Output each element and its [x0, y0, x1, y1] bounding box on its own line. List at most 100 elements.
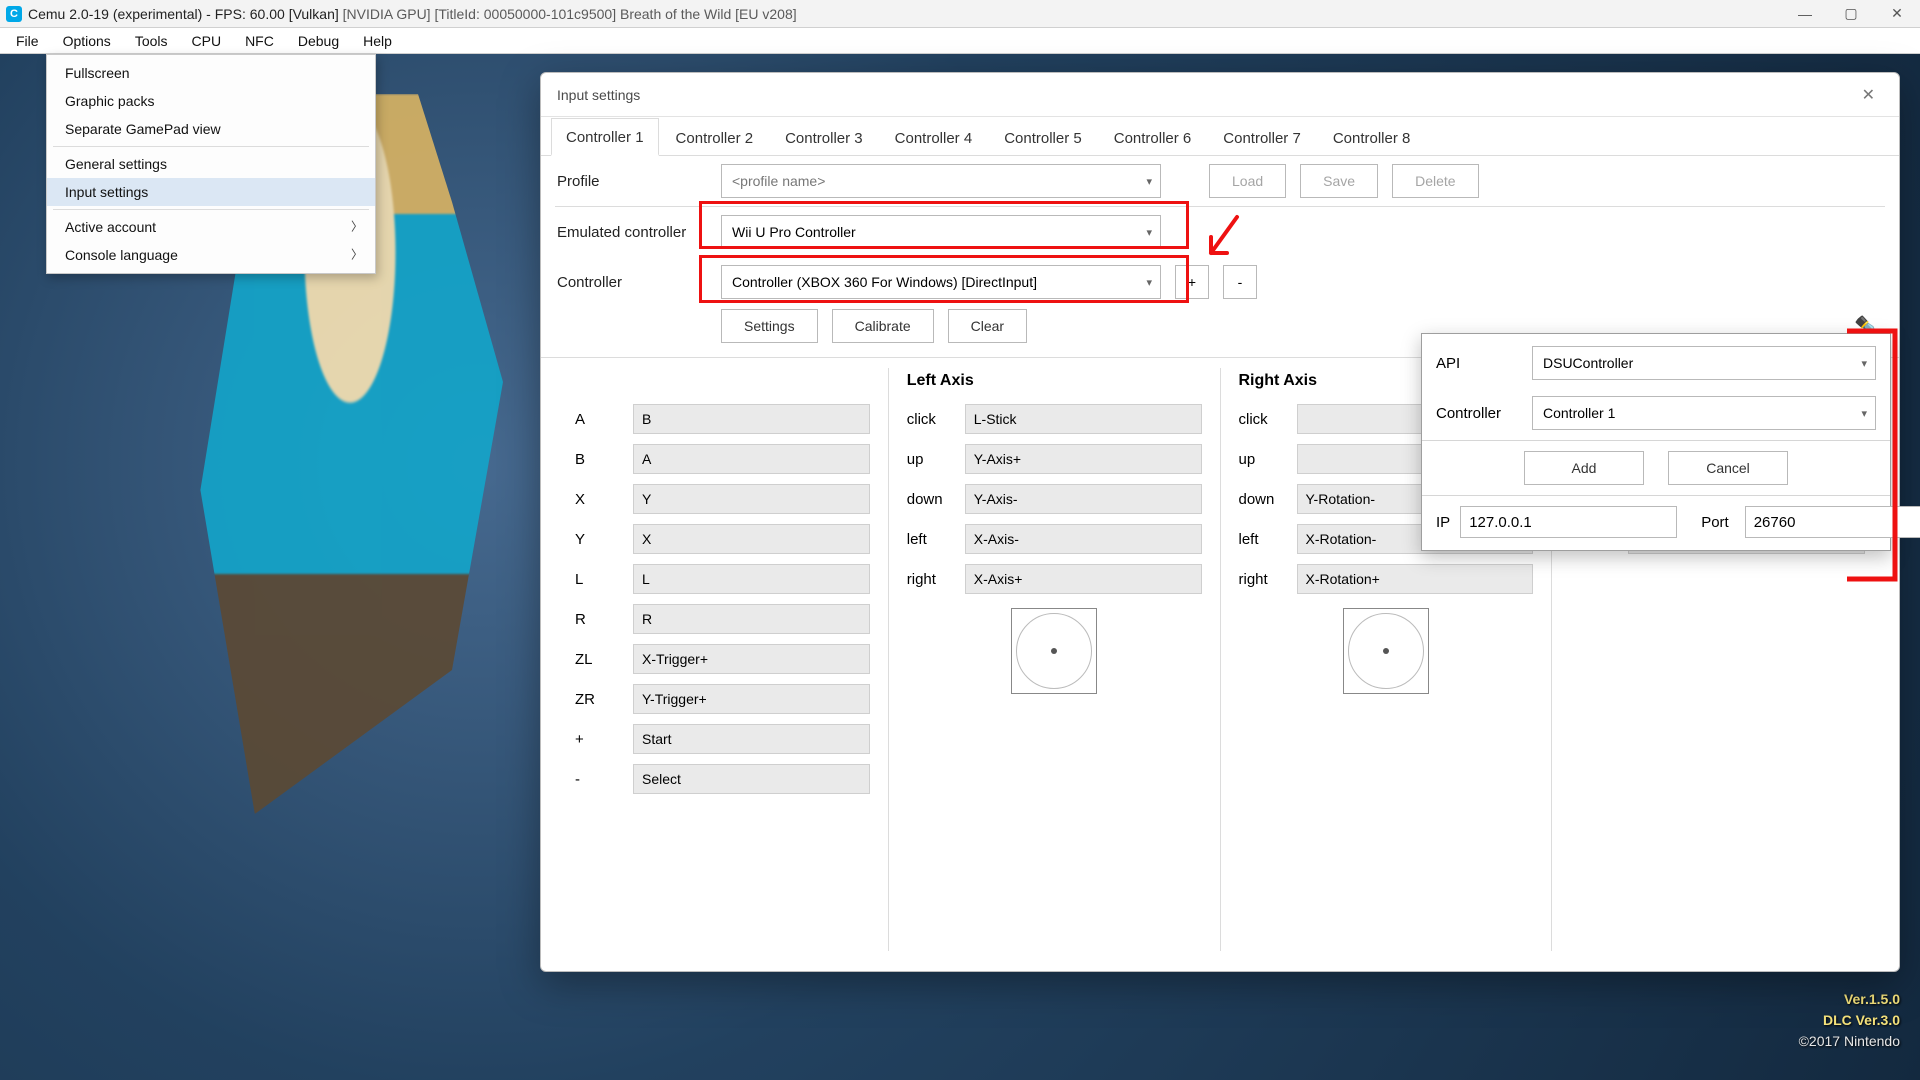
menu-help[interactable]: Help	[351, 30, 404, 52]
port-input[interactable]	[1745, 506, 1920, 538]
map-row: ZLX-Trigger+	[575, 644, 870, 674]
menubar: File Options Tools CPU NFC Debug Help	[0, 28, 1920, 54]
overlay-ver: Ver.1.5.0	[1799, 989, 1900, 1010]
map-row: BA	[575, 444, 870, 474]
map-row: upY-Axis+	[907, 444, 1202, 474]
port-label: Port	[1687, 514, 1735, 531]
menu-options[interactable]: Options	[51, 30, 123, 52]
map-row: YX	[575, 524, 870, 554]
menu-debug[interactable]: Debug	[286, 30, 351, 52]
ip-input[interactable]	[1460, 506, 1677, 538]
maximize-button[interactable]: ▢	[1828, 0, 1874, 28]
map-value[interactable]: R	[633, 604, 870, 634]
tab-controller-3[interactable]: Controller 3	[770, 119, 878, 155]
game-viewport: Ver.1.5.0 DLC Ver.3.0 ©2017 Nintendo Ful…	[0, 54, 1920, 1080]
map-key: L	[575, 571, 633, 588]
remove-controller-button[interactable]: -	[1223, 265, 1257, 299]
map-key: up	[907, 451, 965, 468]
save-button[interactable]: Save	[1300, 164, 1378, 198]
load-button[interactable]: Load	[1209, 164, 1286, 198]
map-row: LL	[575, 564, 870, 594]
ip-label: IP	[1436, 514, 1450, 531]
tab-controller-8[interactable]: Controller 8	[1318, 119, 1426, 155]
map-value[interactable]: Y-Axis-	[965, 484, 1202, 514]
dd-console-language[interactable]: Console language 〉	[47, 241, 375, 269]
map-key: Y	[575, 531, 633, 548]
overlay-copy: ©2017 Nintendo	[1799, 1031, 1900, 1052]
input-settings-modal: Input settings ✕ Controller 1 Controller…	[540, 72, 1900, 972]
map-value[interactable]: L-Stick	[965, 404, 1202, 434]
dd-fullscreen[interactable]: Fullscreen	[47, 59, 375, 87]
minimize-button[interactable]: —	[1782, 0, 1828, 28]
dd-separate-gamepad[interactable]: Separate GamePad view	[47, 115, 375, 143]
map-key: right	[907, 571, 965, 588]
dd-input-settings[interactable]: Input settings	[47, 178, 375, 206]
map-key: click	[1239, 411, 1297, 428]
game-overlay-text: Ver.1.5.0 DLC Ver.3.0 ©2017 Nintendo	[1799, 989, 1900, 1052]
map-row: ZRY-Trigger+	[575, 684, 870, 714]
menu-tools[interactable]: Tools	[123, 30, 180, 52]
tab-controller-4[interactable]: Controller 4	[880, 119, 988, 155]
title-game: Breath of the Wild	[620, 6, 731, 22]
mapping-buttons: . ABBAXYYXLLRRZLX-Trigger+ZRY-Trigger++S…	[557, 368, 889, 951]
map-value[interactable]: X-Trigger+	[633, 644, 870, 674]
map-value[interactable]: Start	[633, 724, 870, 754]
options-dropdown: Fullscreen Graphic packs Separate GamePa…	[46, 54, 376, 274]
menu-cpu[interactable]: CPU	[180, 30, 234, 52]
map-value[interactable]: Y-Trigger+	[633, 684, 870, 714]
tab-controller-6[interactable]: Controller 6	[1099, 119, 1207, 155]
map-row: rightX-Axis+	[907, 564, 1202, 594]
map-row: RR	[575, 604, 870, 634]
chevron-down-icon: ▾	[1861, 407, 1867, 420]
delete-button[interactable]: Delete	[1392, 164, 1478, 198]
close-button[interactable]: ✕	[1874, 0, 1920, 28]
api-combo[interactable]: DSUController ▾	[1532, 346, 1876, 380]
modal-title: Input settings	[557, 87, 640, 103]
profile-combo[interactable]: <profile name> ▾	[721, 164, 1161, 198]
map-row: downY-Axis-	[907, 484, 1202, 514]
map-key: right	[1239, 571, 1297, 588]
menu-file[interactable]: File	[4, 30, 51, 52]
controller-tabs: Controller 1 Controller 2 Controller 3 C…	[541, 117, 1899, 156]
dd-graphic-packs[interactable]: Graphic packs	[47, 87, 375, 115]
map-row: AB	[575, 404, 870, 434]
map-value[interactable]: X-Axis+	[965, 564, 1202, 594]
map-value[interactable]: X-Axis-	[965, 524, 1202, 554]
dd-sep2	[53, 209, 369, 210]
tab-controller-7[interactable]: Controller 7	[1208, 119, 1316, 155]
map-value[interactable]: X	[633, 524, 870, 554]
tab-controller-5[interactable]: Controller 5	[989, 119, 1097, 155]
dd-general-settings[interactable]: General settings	[47, 150, 375, 178]
map-key: ZR	[575, 691, 633, 708]
emu-controller-combo[interactable]: Wii U Pro Controller ▾	[721, 215, 1161, 249]
dd-active-account[interactable]: Active account 〉	[47, 213, 375, 241]
api-add-button[interactable]: Add	[1524, 451, 1644, 485]
map-value[interactable]: Y-Axis+	[965, 444, 1202, 474]
dd-sep1	[53, 146, 369, 147]
map-row: XY	[575, 484, 870, 514]
map-row: +Start	[575, 724, 870, 754]
clear-button[interactable]: Clear	[948, 309, 1027, 343]
api-ctl-label: Controller	[1436, 405, 1522, 422]
map-value[interactable]: L	[633, 564, 870, 594]
api-cancel-button[interactable]: Cancel	[1668, 451, 1788, 485]
controller-combo[interactable]: Controller (XBOX 360 For Windows) [Direc…	[721, 265, 1161, 299]
api-controller-combo[interactable]: Controller 1 ▾	[1532, 396, 1876, 430]
tab-controller-2[interactable]: Controller 2	[661, 119, 769, 155]
controller-settings-button[interactable]: Settings	[721, 309, 818, 343]
calibrate-button[interactable]: Calibrate	[832, 309, 934, 343]
map-value[interactable]: A	[633, 444, 870, 474]
add-controller-button[interactable]: +	[1175, 265, 1209, 299]
menu-nfc[interactable]: NFC	[233, 30, 286, 52]
tab-controller-1[interactable]: Controller 1	[551, 118, 659, 156]
map-value[interactable]: Select	[633, 764, 870, 794]
map-key: A	[575, 411, 633, 428]
map-value[interactable]: X-Rotation+	[1297, 564, 1534, 594]
chevron-down-icon: ▾	[1146, 175, 1152, 188]
modal-close-icon[interactable]: ✕	[1854, 81, 1883, 109]
map-key: click	[907, 411, 965, 428]
profile-label: Profile	[557, 173, 707, 190]
map-key: left	[907, 531, 965, 548]
map-value[interactable]: Y	[633, 484, 870, 514]
map-value[interactable]: B	[633, 404, 870, 434]
